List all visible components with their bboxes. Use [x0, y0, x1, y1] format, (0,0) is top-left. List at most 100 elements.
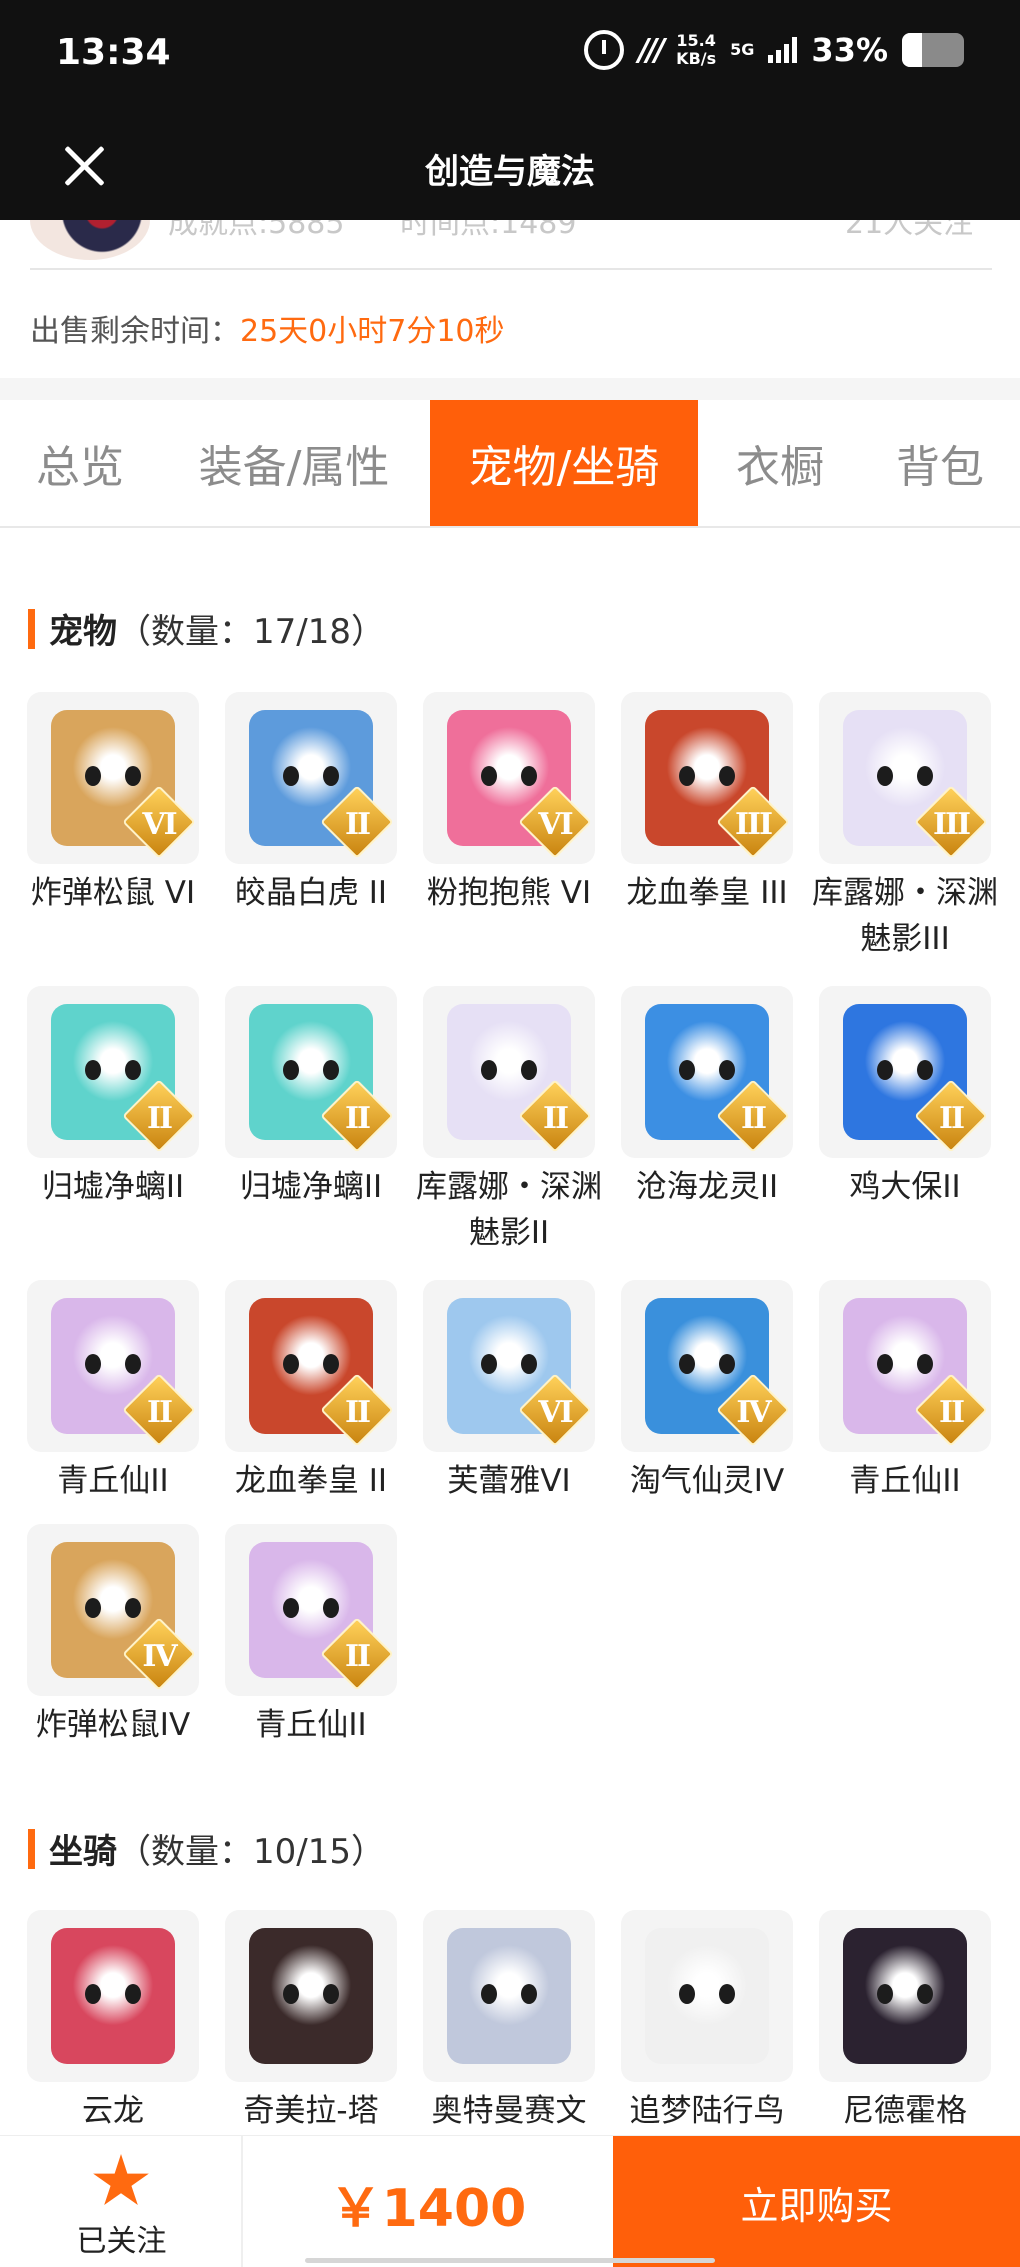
pets-thumbnail: II [621, 986, 793, 1158]
pets-item[interactable]: II 青丘仙II [14, 1280, 212, 1504]
pets-thumbnail: II [819, 986, 991, 1158]
pets-item[interactable]: II 青丘仙II [806, 1280, 1004, 1504]
net-speed-value: 15.4 [676, 31, 716, 50]
price: ￥1400 [329, 2179, 527, 2239]
pets-thumbnail: VI [27, 692, 199, 864]
page-title: 创造与魔法 [425, 152, 595, 192]
rank-numeral: II [938, 1395, 965, 1430]
rank-numeral: III [734, 807, 773, 842]
app-bar: 创造与魔法 [0, 110, 1020, 220]
pets-count: （数量：17/18） [117, 612, 385, 652]
pets-thumbnail: II [225, 986, 397, 1158]
rank-numeral: II [344, 1639, 371, 1674]
rank-numeral: II [344, 1395, 371, 1430]
pets-item[interactable]: III 龙血拳皇 III [608, 692, 806, 916]
pets-name: 沧海龙灵II [635, 1169, 779, 1205]
mounts-thumbnail [423, 1910, 595, 2082]
tab-equipment[interactable]: 装备/属性 [160, 400, 428, 526]
rank-numeral: VI [142, 807, 177, 842]
pets-item[interactable]: III 库露娜・深渊魅影III [806, 692, 1004, 962]
pets-item[interactable]: II 库露娜・深渊魅影II [410, 986, 608, 1256]
mounts-art [843, 1928, 967, 2064]
pets-item[interactable]: II 青丘仙II [212, 1524, 410, 1748]
mounts-thumbnail [27, 1910, 199, 2082]
mounts-title: 坐骑 [49, 1832, 117, 1872]
rank-numeral: II [938, 1101, 965, 1136]
tab-wardrobe[interactable]: 衣橱 [700, 400, 860, 526]
seller-stat-2: 时间点:1489 [400, 220, 577, 241]
pets-thumbnail: III [819, 692, 991, 864]
pets-item[interactable]: II 皎晶白虎 II [212, 692, 410, 916]
status-icons: /// 15.4 KB/s 5G 33% [584, 30, 964, 70]
tab-overview[interactable]: 总览 [0, 400, 160, 526]
battery-icon [902, 33, 964, 67]
pets-name: 库露娜・深渊魅影III [812, 875, 998, 957]
seller-info-row: 成就点:5885 时间点:1489 21人关注 [0, 220, 1020, 270]
pets-title: 宠物 [49, 612, 117, 652]
pets-name: 青丘仙II [57, 1463, 169, 1499]
mounts-art [51, 1928, 175, 2064]
mounts-art [249, 1928, 373, 2064]
pets-item[interactable]: IV 炸弹松鼠IV [14, 1524, 212, 1748]
pets-name: 炸弹松鼠IV [35, 1707, 191, 1743]
pets-item[interactable]: II 归墟净螭II [14, 986, 212, 1210]
signal-icon [768, 37, 798, 63]
mounts-section-title: 坐骑 （数量：10/15） [28, 1824, 385, 1873]
pets-thumbnail: III [621, 692, 793, 864]
pets-item[interactable]: II 沧海龙灵II [608, 986, 806, 1210]
pets-name: 淘气仙灵IV [629, 1463, 785, 1499]
mounts-name: 奥特曼赛文 [431, 2093, 587, 2129]
mounts-name: 奇美拉-塔 [243, 2093, 379, 2129]
rank-numeral: II [740, 1101, 767, 1136]
pets-name: 皎晶白虎 II [234, 875, 388, 911]
pets-thumbnail: II [27, 1280, 199, 1452]
pets-thumbnail: VI [423, 692, 595, 864]
pets-name: 龙血拳皇 III [626, 875, 788, 911]
mounts-item[interactable]: 追梦陆行鸟 [608, 1910, 806, 2134]
sale-remaining-value: 25天0小时7分10秒 [240, 314, 505, 349]
battery-percent: 33% [811, 31, 888, 69]
pets-thumbnail: II [819, 1280, 991, 1452]
buy-now-button[interactable]: 立即购买 [613, 2136, 1020, 2267]
rank-numeral: II [344, 807, 371, 842]
mounts-count: （数量：10/15） [117, 1832, 385, 1872]
mounts-item[interactable]: 奇美拉-塔 [212, 1910, 410, 2134]
avatar [30, 220, 150, 260]
home-indicator [305, 2258, 715, 2263]
follow-label: 已关注 [76, 2224, 167, 2259]
pets-item[interactable]: VI 粉抱抱熊 VI [410, 692, 608, 916]
rank-numeral: IV [142, 1639, 177, 1674]
pets-name: 青丘仙II [255, 1707, 367, 1743]
mounts-item[interactable]: 奥特曼赛文 [410, 1910, 608, 2134]
status-time: 13:34 [56, 32, 171, 73]
pets-name: 芙蕾雅VI [447, 1463, 571, 1499]
mounts-name: 追梦陆行鸟 [629, 2093, 785, 2129]
follow-button[interactable]: 已关注 [0, 2136, 243, 2267]
network-type: 5G [730, 40, 755, 59]
tab-backpack[interactable]: 背包 [860, 400, 1020, 526]
mounts-item[interactable]: 尼德霍格 [806, 1910, 1004, 2134]
mounts-thumbnail [819, 1910, 991, 2082]
mounts-art [645, 1928, 769, 2064]
pets-thumbnail: VI [423, 1280, 595, 1452]
pets-thumbnail: II [27, 986, 199, 1158]
pets-thumbnail: II [225, 1524, 397, 1696]
tab-pets-mounts[interactable]: 宠物/坐骑 [430, 400, 698, 526]
rank-numeral: III [932, 807, 971, 842]
pets-thumbnail: II [225, 1280, 397, 1452]
seller-stat-1: 成就点:5885 [168, 220, 345, 241]
pets-name: 青丘仙II [849, 1463, 961, 1499]
pets-name: 鸡大保II [849, 1169, 961, 1205]
pets-item[interactable]: VI 芙蕾雅VI [410, 1280, 608, 1504]
pets-thumbnail: II [225, 692, 397, 864]
follower-count: 21人关注 [845, 220, 974, 241]
pets-item[interactable]: VI 炸弹松鼠 VI [14, 692, 212, 916]
alarm-icon [584, 30, 625, 70]
pets-item[interactable]: II 归墟净螭II [212, 986, 410, 1210]
pets-item[interactable]: IV 淘气仙灵IV [608, 1280, 806, 1504]
net-speed-unit: KB/s [676, 49, 717, 68]
pets-item[interactable]: II 鸡大保II [806, 986, 1004, 1210]
rank-numeral: VI [538, 1395, 573, 1430]
pets-item[interactable]: II 龙血拳皇 II [212, 1280, 410, 1504]
mounts-item[interactable]: 云龙 [14, 1910, 212, 2134]
